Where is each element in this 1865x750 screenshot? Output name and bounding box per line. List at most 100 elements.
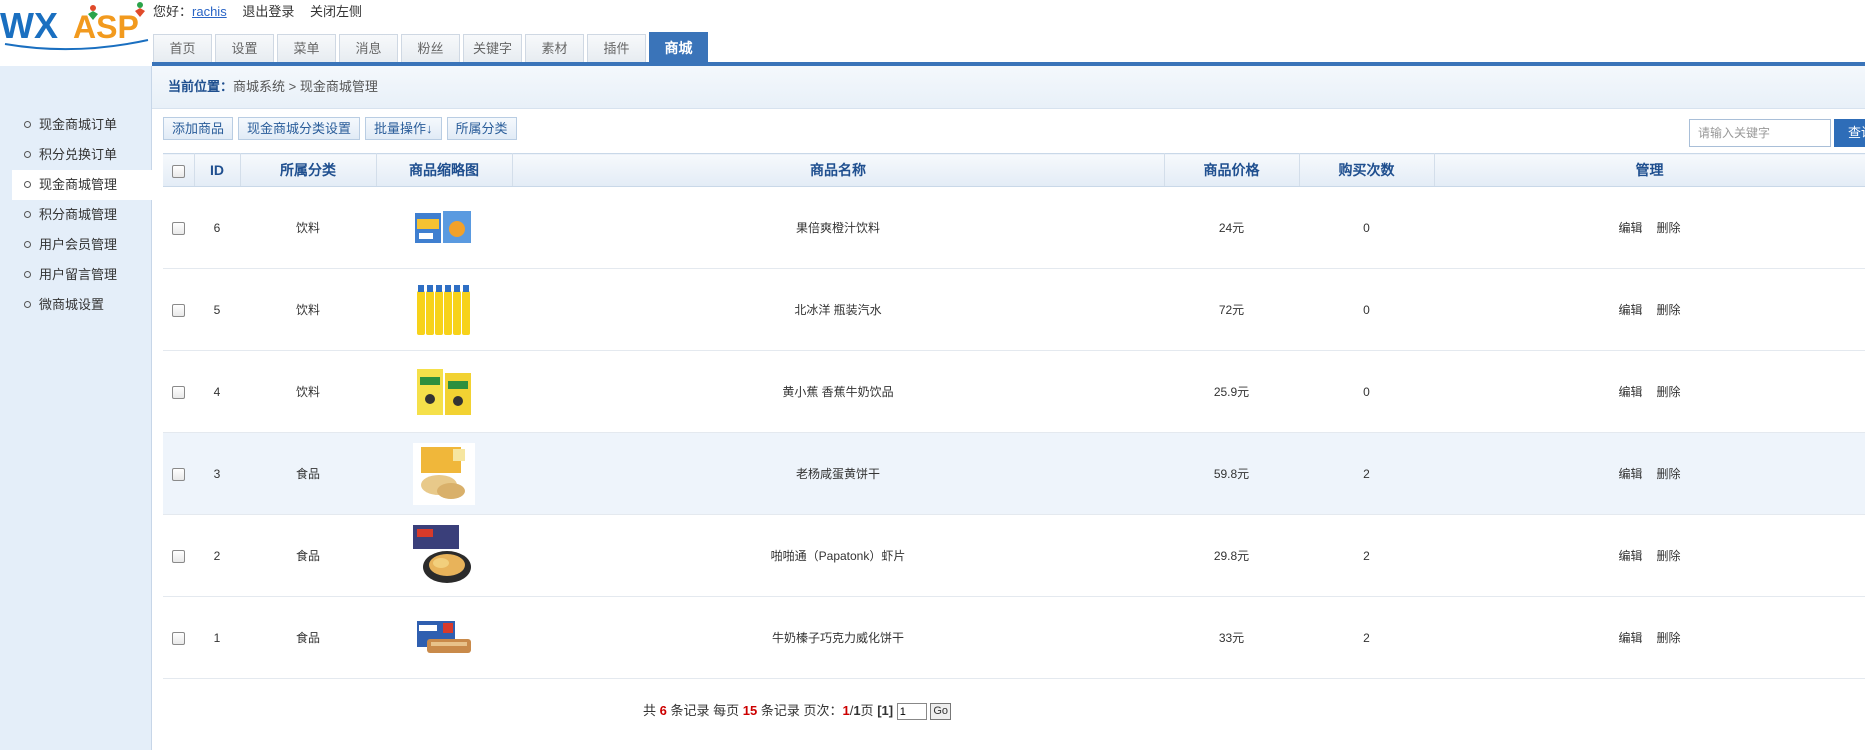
row-select-cell bbox=[163, 268, 194, 351]
table-row: 6 饮料 果倍爽橙汁饮料 24元 0 编辑 删除 bbox=[163, 186, 1865, 269]
toolbar: 添加商品 现金商城分类设置 批量操作↓ 所属分类 bbox=[163, 117, 522, 140]
cell-actions: 编辑 删除 bbox=[1434, 350, 1865, 433]
sidebar-item-points-orders[interactable]: 积分兑换订单 bbox=[0, 140, 152, 170]
tab-materials[interactable]: 素材 bbox=[525, 34, 584, 62]
add-product-button[interactable]: 添加商品 bbox=[163, 117, 234, 140]
row-select-cell bbox=[163, 514, 194, 597]
go-button[interactable]: Go bbox=[930, 703, 952, 721]
breadcrumb-label: 当前位置： bbox=[168, 79, 234, 94]
pager-per-page: 15 bbox=[742, 703, 758, 718]
cell-product-name: 北冰洋 瓶装汽水 bbox=[512, 268, 1164, 351]
cell-purchase-count: 2 bbox=[1299, 596, 1434, 679]
delete-link[interactable]: 删除 bbox=[1657, 221, 1681, 235]
batch-operations-button[interactable]: 批量操作↓ bbox=[365, 117, 442, 140]
tab-home[interactable]: 首页 bbox=[153, 34, 212, 62]
cell-thumbnail bbox=[376, 186, 512, 269]
juice-box-thumbnail[interactable] bbox=[413, 197, 475, 259]
category-settings-button[interactable]: 现金商城分类设置 bbox=[238, 117, 361, 140]
edit-link[interactable]: 编辑 bbox=[1618, 385, 1642, 399]
tab-keywords[interactable]: 关键字 bbox=[463, 34, 522, 62]
edit-link[interactable]: 编辑 bbox=[1618, 467, 1642, 481]
select-all-checkbox[interactable] bbox=[171, 164, 185, 178]
tab-plugins[interactable]: 插件 bbox=[587, 34, 646, 62]
pager-page-link[interactable]: [1] bbox=[877, 703, 893, 718]
pager-current-page: 1 bbox=[842, 703, 850, 718]
cell-price: 59.8元 bbox=[1164, 432, 1299, 515]
sidebar-item-messages[interactable]: 用户留言管理 bbox=[0, 260, 152, 290]
egg-biscuit-thumbnail[interactable] bbox=[413, 442, 475, 505]
delete-link[interactable]: 删除 bbox=[1657, 385, 1681, 399]
sidebar-item-cash-orders[interactable]: 现金商城订单 bbox=[0, 110, 152, 140]
tab-settings[interactable]: 设置 bbox=[215, 34, 274, 62]
cell-thumbnail bbox=[376, 596, 512, 679]
search-input[interactable] bbox=[1689, 119, 1831, 147]
edit-link[interactable]: 编辑 bbox=[1618, 549, 1642, 563]
banana-milk-thumbnail[interactable] bbox=[413, 361, 475, 423]
cell-price: 33元 bbox=[1164, 596, 1299, 679]
table-header-row: ID 所属分类 商品缩略图 商品名称 商品价格 购买次数 管理 bbox=[163, 153, 1865, 187]
cell-category: 饮料 bbox=[240, 350, 376, 433]
cell-thumbnail bbox=[376, 268, 512, 351]
edit-link[interactable]: 编辑 bbox=[1618, 303, 1642, 317]
cell-purchase-count: 0 bbox=[1299, 350, 1434, 433]
cell-thumbnail bbox=[376, 350, 512, 433]
page-number-input[interactable] bbox=[896, 703, 927, 721]
cell-category: 饮料 bbox=[240, 186, 376, 269]
row-checkbox[interactable] bbox=[172, 467, 185, 481]
wxasp-logo: WX ASP bbox=[0, 0, 150, 60]
close-left-link[interactable]: 关闭左侧 bbox=[310, 4, 362, 19]
row-checkbox[interactable] bbox=[172, 385, 185, 399]
logout-link[interactable]: 退出登录 bbox=[242, 4, 294, 19]
row-checkbox[interactable] bbox=[172, 549, 185, 563]
select-all-header bbox=[163, 153, 195, 187]
tab-messages[interactable]: 消息 bbox=[339, 34, 398, 62]
pager-total-pages: 1 bbox=[853, 703, 861, 718]
sidebar-item-cash-mall[interactable]: 现金商城管理 bbox=[12, 170, 152, 200]
search-button[interactable]: 查询 bbox=[1834, 119, 1865, 147]
cell-price: 72元 bbox=[1164, 268, 1299, 351]
sidebar-menu: 现金商城订单 积分兑换订单 现金商城管理 积分商城管理 用户会员管理 用户留言管… bbox=[0, 110, 152, 320]
cell-category: 食品 bbox=[240, 596, 376, 679]
cell-actions: 编辑 删除 bbox=[1434, 432, 1865, 515]
sidebar-item-points-mall[interactable]: 积分商城管理 bbox=[0, 200, 152, 230]
wafer-thumbnail[interactable] bbox=[413, 607, 475, 669]
edit-link[interactable]: 编辑 bbox=[1618, 221, 1642, 235]
row-checkbox[interactable] bbox=[172, 303, 185, 317]
sidebar-item-mall-settings[interactable]: 微商城设置 bbox=[0, 290, 152, 320]
cell-price: 29.8元 bbox=[1164, 514, 1299, 597]
delete-link[interactable]: 删除 bbox=[1657, 631, 1681, 645]
delete-link[interactable]: 删除 bbox=[1657, 467, 1681, 481]
table-row: 1 食品 牛奶榛子巧克力威化饼干 33元 2 编辑 删除 bbox=[163, 596, 1865, 679]
sidebar-item-members[interactable]: 用户会员管理 bbox=[0, 230, 152, 260]
sidebar-item-label: 微商城设置 bbox=[39, 297, 105, 312]
cell-id: 4 bbox=[194, 350, 240, 433]
username-link[interactable]: rachis bbox=[192, 4, 227, 19]
delete-link[interactable]: 删除 bbox=[1657, 549, 1681, 563]
bullet-icon bbox=[24, 271, 31, 279]
cell-purchase-count: 0 bbox=[1299, 186, 1434, 269]
col-header-price: 商品价格 bbox=[1164, 153, 1300, 187]
tab-fans[interactable]: 粉丝 bbox=[401, 34, 460, 62]
cell-price: 24元 bbox=[1164, 186, 1299, 269]
tab-menu[interactable]: 菜单 bbox=[277, 34, 336, 62]
edit-link[interactable]: 编辑 bbox=[1618, 631, 1642, 645]
soda-bottles-thumbnail[interactable] bbox=[413, 279, 475, 341]
breadcrumb-path: 商城系统 > 现金商城管理 bbox=[233, 79, 378, 94]
category-filter-button[interactable]: 所属分类 bbox=[446, 117, 517, 140]
greeting-text: 您好： bbox=[153, 4, 193, 19]
cell-actions: 编辑 删除 bbox=[1434, 514, 1865, 597]
cell-actions: 编辑 删除 bbox=[1434, 186, 1865, 269]
delete-link[interactable]: 删除 bbox=[1657, 303, 1681, 317]
search-bar: 查询 bbox=[1689, 119, 1865, 147]
shrimp-chips-thumbnail[interactable] bbox=[413, 524, 475, 587]
sidebar: 现金商城订单 积分兑换订单 现金商城管理 积分商城管理 用户会员管理 用户留言管… bbox=[0, 66, 152, 750]
table-row: 4 饮料 黄小蕉 香蕉牛奶饮品 25.9元 0 编辑 删除 bbox=[163, 350, 1865, 433]
pager-text: 条记录 每页 bbox=[670, 703, 740, 718]
bullet-icon bbox=[24, 151, 31, 159]
bullet-icon bbox=[24, 181, 31, 189]
row-checkbox[interactable] bbox=[172, 221, 185, 235]
row-checkbox[interactable] bbox=[172, 631, 185, 645]
tab-mall[interactable]: 商城 bbox=[649, 32, 708, 62]
bullet-icon bbox=[24, 241, 31, 249]
bullet-icon bbox=[24, 211, 31, 219]
